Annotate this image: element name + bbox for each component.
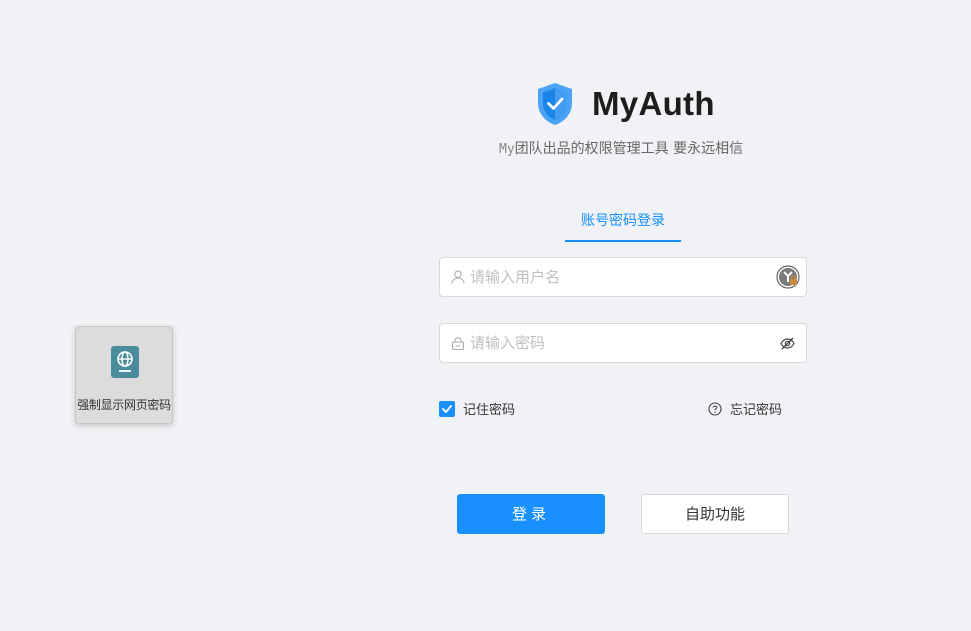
username-input[interactable]	[470, 258, 770, 296]
username-field[interactable]	[439, 257, 807, 297]
tab-account-password-login[interactable]: 账号密码登录	[565, 204, 681, 242]
app-title: MyAuth	[592, 85, 715, 122]
check-icon	[442, 404, 452, 413]
subtitle-prefix: My	[499, 142, 515, 157]
password-field[interactable]	[439, 323, 807, 363]
tab-active-indicator	[565, 240, 681, 242]
checkbox-checked[interactable]	[439, 400, 455, 417]
remember-label: 记住密码	[463, 403, 516, 418]
password-input[interactable]	[470, 324, 770, 362]
user-icon	[451, 270, 465, 284]
globe-card-icon	[111, 346, 139, 378]
login-button[interactable]: 登录	[457, 494, 605, 534]
password-manager-key-icon[interactable]	[776, 265, 800, 289]
show-password-helper[interactable]: 强制显示网页密码	[75, 326, 173, 424]
shield-check-icon	[538, 83, 572, 125]
forgot-password-link[interactable]: 忘记密码	[708, 399, 782, 418]
lock-icon	[451, 337, 465, 350]
brand-header: MyAuth	[536, 80, 715, 128]
remember-password-checkbox[interactable]: 记住密码	[439, 399, 515, 418]
eye-slash-icon[interactable]	[780, 336, 795, 351]
self-service-button[interactable]: 自助功能	[641, 494, 789, 534]
tab-label: 账号密码登录	[581, 213, 665, 229]
app-subtitle: My团队出品的权限管理工具 要永远相信	[499, 138, 743, 158]
subtitle-rest: 团队出品的权限管理工具 要永远相信	[514, 141, 744, 157]
helper-label: 强制显示网页密码	[77, 398, 171, 412]
forgot-label: 忘记密码	[730, 403, 783, 418]
question-circle-icon	[708, 401, 722, 416]
